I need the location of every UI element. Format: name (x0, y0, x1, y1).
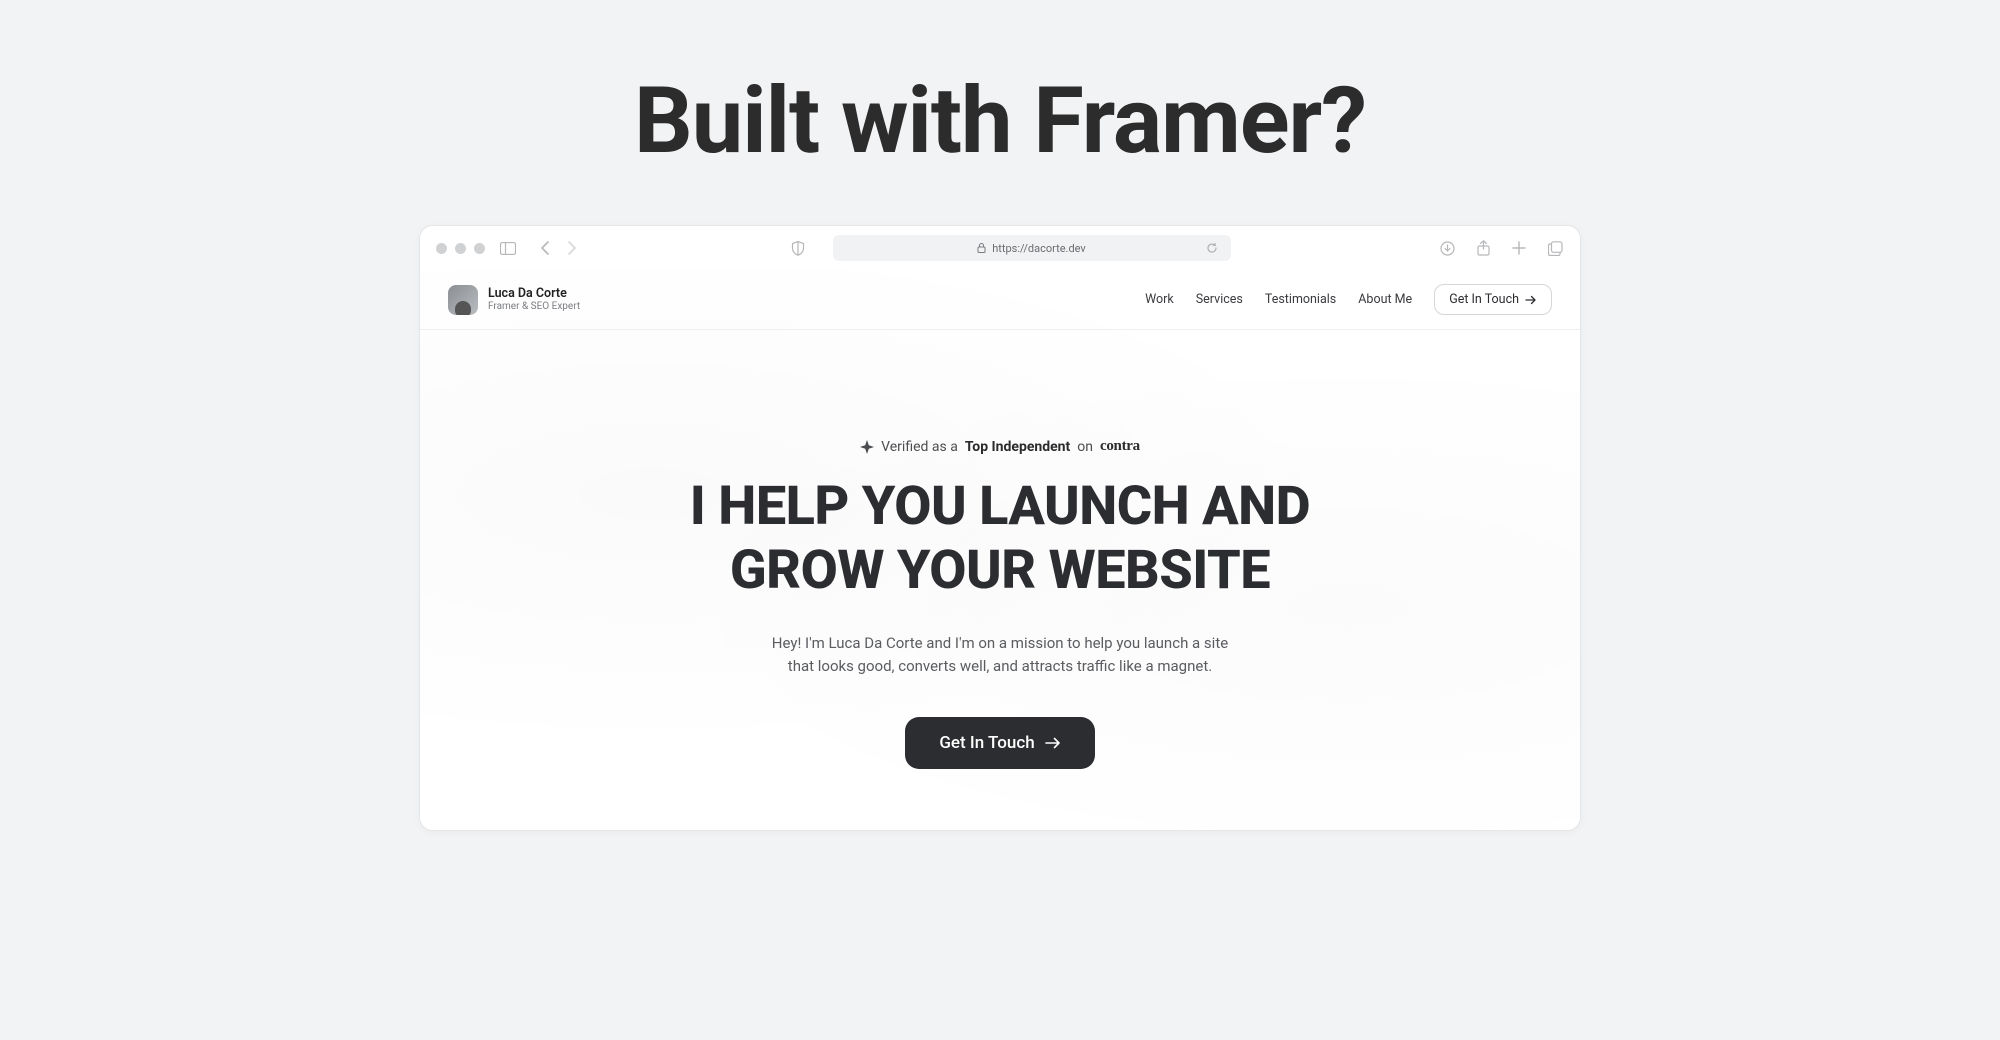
hero-title-line1: I HELP YOU LAUNCH AND (690, 475, 1310, 538)
arrow-right-icon (1525, 295, 1537, 305)
hero-subtitle: Hey! I'm Luca Da Corte and I'm on a miss… (480, 632, 1520, 677)
brand-name: Luca Da Corte (488, 286, 580, 301)
refresh-icon[interactable] (1203, 239, 1221, 257)
close-icon[interactable] (436, 243, 447, 254)
nav-cta-label: Get In Touch (1449, 292, 1519, 307)
nav-work[interactable]: Work (1145, 292, 1174, 307)
hero-cta-label: Get In Touch (939, 733, 1034, 753)
new-tab-icon[interactable] (1510, 239, 1528, 257)
tabs-icon[interactable] (1546, 239, 1564, 257)
brand-tagline: Framer & SEO Expert (488, 301, 580, 313)
nav-about[interactable]: About Me (1358, 292, 1412, 307)
share-icon[interactable] (1474, 239, 1492, 257)
nav-services[interactable]: Services (1196, 292, 1243, 307)
verified-badge: Verified as a Top Independent on contra (480, 438, 1520, 455)
browser-toolbar: https://dacorte.dev (420, 226, 1580, 270)
arrow-right-icon (1045, 737, 1061, 749)
verified-on: on (1077, 439, 1093, 455)
hero-title: I HELP YOU LAUNCH AND GROW YOUR WEBSITE (480, 475, 1520, 602)
page-title: Built with Framer? (0, 0, 2000, 175)
hero-section: Verified as a Top Independent on contra … (420, 330, 1580, 809)
hero-sub-line2: that looks good, converts well, and attr… (788, 657, 1212, 675)
nav-cta-button[interactable]: Get In Touch (1434, 284, 1552, 315)
maximize-icon[interactable] (474, 243, 485, 254)
brand[interactable]: Luca Da Corte Framer & SEO Expert (448, 285, 580, 315)
sparkle-icon (860, 440, 874, 454)
back-icon[interactable] (535, 239, 553, 257)
downloads-icon[interactable] (1438, 239, 1456, 257)
hero-sub-line1: Hey! I'm Luca Da Corte and I'm on a miss… (772, 634, 1228, 652)
minimize-icon[interactable] (455, 243, 466, 254)
browser-window: https://dacorte.dev (419, 225, 1581, 831)
shield-icon[interactable] (789, 239, 807, 257)
forward-icon[interactable] (563, 239, 581, 257)
lock-icon (977, 243, 986, 253)
url-text: https://dacorte.dev (992, 242, 1086, 255)
website-viewport: Luca Da Corte Framer & SEO Expert Work S… (420, 270, 1580, 830)
avatar (448, 285, 478, 315)
verified-prefix: Verified as a (881, 439, 958, 455)
site-header: Luca Da Corte Framer & SEO Expert Work S… (420, 270, 1580, 330)
sidebar-toggle-icon[interactable] (499, 239, 517, 257)
contra-logo: contra (1100, 438, 1140, 455)
nav-testimonials[interactable]: Testimonials (1265, 292, 1336, 307)
site-nav: Work Services Testimonials About Me Get … (1145, 284, 1552, 315)
verified-rank: Top Independent (965, 439, 1070, 455)
hero-title-line2: GROW YOUR WEBSITE (730, 539, 1270, 602)
hero-cta-button[interactable]: Get In Touch (905, 717, 1094, 769)
address-bar[interactable]: https://dacorte.dev (833, 235, 1231, 261)
traffic-lights (436, 243, 485, 254)
